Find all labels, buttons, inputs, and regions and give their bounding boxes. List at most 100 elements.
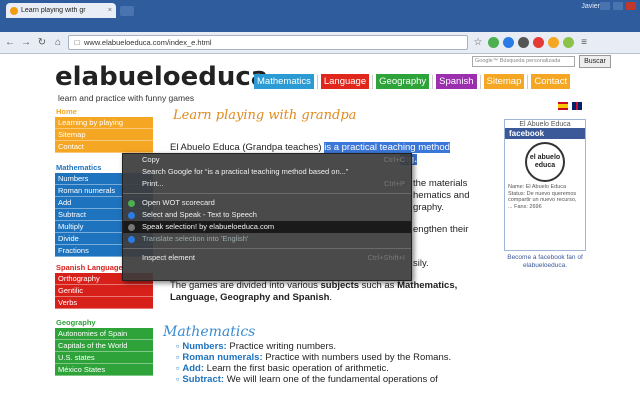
- site-search-button[interactable]: Buscar: [579, 55, 611, 68]
- sidebar-item[interactable]: Capitals of the World: [55, 340, 153, 352]
- menu-icon[interactable]: ≡: [578, 37, 590, 49]
- menu-item-icon: [128, 200, 135, 207]
- tab-strip: Learn playing with gr × Javier: [0, 0, 640, 32]
- list-item-link[interactable]: Subtract:: [182, 374, 224, 385]
- extension-icon[interactable]: [533, 37, 544, 48]
- nav-separator: [432, 74, 434, 89]
- sidebar-item[interactable]: Autonomies of Spain: [55, 328, 153, 340]
- extension-icon[interactable]: [503, 37, 514, 48]
- sidebar-item[interactable]: Learning by playing: [55, 117, 153, 129]
- extension-icon[interactable]: [563, 37, 574, 48]
- tab-close-icon[interactable]: ×: [108, 7, 112, 14]
- site-search-input[interactable]: Google™ Búsqueda personalizada: [472, 56, 575, 67]
- context-menu-item[interactable]: Select and Speak - Text to Speech: [123, 209, 411, 221]
- profile-name[interactable]: Javier: [581, 3, 600, 10]
- fb-fan-link[interactable]: Become a facebook fan of elabueloeduca.: [500, 254, 590, 270]
- sidebar-item[interactable]: México States: [55, 364, 153, 376]
- menu-item-label: Select and Speak - Text to Speech: [142, 210, 257, 219]
- nav-contact[interactable]: Contact: [531, 74, 571, 89]
- menu-item-label: Translate selection into 'English': [142, 234, 249, 243]
- context-menu-item[interactable]: Copy Ctrl+C: [123, 154, 411, 166]
- extension-icon[interactable]: [518, 37, 529, 48]
- nav-separator: [316, 74, 318, 89]
- home-icon[interactable]: ⌂: [52, 37, 64, 49]
- context-menu-item[interactable]: Speak selection! by elabueloeduca.com: [123, 221, 411, 233]
- context-menu-item[interactable]: Open WOT scorecard: [123, 197, 411, 209]
- bookmark-star-icon[interactable]: ☆: [472, 37, 484, 49]
- browser-tab[interactable]: Learn playing with gr ×: [6, 3, 116, 18]
- extension-icon[interactable]: [488, 37, 499, 48]
- context-menu-item[interactable]: Search Google for “is a practical teachi…: [123, 166, 411, 178]
- list-item: Subtract: We will learn one of the funda…: [176, 374, 451, 385]
- games-line-2: Language, Geography and Spanish.: [170, 292, 332, 304]
- menu-item-label: Inspect element: [142, 253, 195, 262]
- menu-item-label: Copy: [142, 155, 160, 164]
- nav-geography[interactable]: Geography: [376, 74, 430, 89]
- intro-line-3: the materials: [413, 178, 468, 189]
- math-list: Numbers: Practice writing numbers.Roman …: [176, 341, 451, 385]
- list-item-text: Learn the first basic operation of arith…: [204, 363, 389, 374]
- menu-item-icon: [128, 212, 135, 219]
- context-menu-item[interactable]: Inspect element Ctrl+Shift+I: [123, 252, 411, 264]
- fb-info: Name: El Abuelo Educa Status: De nuevo q…: [508, 184, 577, 210]
- page-icon: □: [74, 37, 80, 47]
- fb-label[interactable]: facebook: [505, 128, 585, 139]
- nav-separator: [527, 74, 529, 89]
- minimize-button[interactable]: [600, 2, 610, 10]
- context-menu-item[interactable]: Print... Ctrl+P: [123, 178, 411, 190]
- forward-icon[interactable]: →: [20, 37, 32, 49]
- menu-item-label: Speak selection! by elabueloeduca.com: [142, 222, 275, 231]
- sidebar-home: Home Learning by playing Sitemap Contact: [55, 106, 153, 153]
- browser-toolbar: ← → ↻ ⌂ □ www.elabueloeduca.com/index_e.…: [0, 32, 640, 54]
- reload-icon[interactable]: ↻: [36, 37, 48, 49]
- sidebar-item[interactable]: Gentilic: [55, 285, 153, 297]
- list-item-text: Practice writing numbers.: [226, 341, 337, 352]
- sidebar-heading[interactable]: Home: [55, 106, 153, 117]
- sidebar-item[interactable]: Verbs: [55, 297, 153, 309]
- facebook-widget: El Abuelo Educa facebook el abuelo educa…: [504, 119, 586, 251]
- context-menu: Copy Ctrl+C Search Google for “is a practi…: [122, 153, 412, 281]
- menu-item-label: Search Google for “is a practical teachi…: [142, 167, 349, 176]
- address-bar[interactable]: □ www.elabueloeduca.com/index_e.html: [68, 35, 468, 50]
- address-text: www.elabueloeduca.com/index_e.html: [84, 38, 212, 47]
- menu-separator: [123, 248, 411, 249]
- site-logo[interactable]: elabueloeduca: [55, 62, 268, 92]
- site-tagline: learn and practice with funny games: [58, 93, 195, 103]
- back-icon[interactable]: ←: [4, 37, 16, 49]
- menu-item-shortcut: Ctrl+P: [383, 179, 405, 188]
- english-flag-icon[interactable]: [572, 102, 582, 110]
- sidebar-item[interactable]: Sitemap: [55, 129, 153, 141]
- list-item-link[interactable]: Add:: [182, 363, 204, 374]
- list-item-link[interactable]: Numbers:: [182, 341, 226, 352]
- menu-item-shortcut: Ctrl+Shift+I: [367, 253, 405, 262]
- list-item: Roman numerals: Practice with numbers us…: [176, 352, 451, 363]
- nav-language[interactable]: Language: [320, 74, 370, 89]
- sidebar-item[interactable]: U.S. states: [55, 352, 153, 364]
- new-tab-button[interactable]: [120, 6, 134, 16]
- menu-item-label: Print...: [142, 179, 164, 188]
- list-item: Add: Learn the first basic operation of …: [176, 363, 451, 374]
- nav-mathematics[interactable]: Mathematics: [254, 74, 314, 89]
- nav-spanish[interactable]: Spanish: [436, 74, 477, 89]
- spanish-flag-icon[interactable]: [558, 102, 568, 110]
- intro-line-7: sily.: [413, 258, 429, 269]
- top-navigation: Mathematics Language Geography Spanish Sitem…: [254, 74, 571, 89]
- menu-item-shortcut: Ctrl+C: [383, 155, 405, 164]
- maximize-button[interactable]: [613, 2, 623, 10]
- fb-profile-picture[interactable]: el abuelo educa: [525, 142, 565, 182]
- text: Mathematics,: [397, 280, 458, 291]
- text: such as: [359, 280, 398, 291]
- extension-icon[interactable]: [548, 37, 559, 48]
- menu-separator: [123, 193, 411, 194]
- sidebar-item[interactable]: Contact: [55, 141, 153, 153]
- context-menu-item[interactable]: Translate selection into 'English': [123, 233, 411, 245]
- sidebar-heading[interactable]: Geography: [55, 317, 153, 328]
- selected-text[interactable]: is a practical teaching method: [324, 142, 450, 153]
- list-item-text: We will learn one of the fundamental ope…: [224, 374, 438, 385]
- fb-page-name[interactable]: El Abuelo Educa: [505, 120, 585, 128]
- nav-sitemap[interactable]: Sitemap: [483, 74, 525, 89]
- games-line-1: The games are divided into various subje…: [170, 280, 457, 292]
- list-item-link[interactable]: Roman numerals:: [182, 352, 262, 363]
- intro-line-6: engthen their: [413, 224, 469, 235]
- close-window-button[interactable]: [626, 2, 636, 10]
